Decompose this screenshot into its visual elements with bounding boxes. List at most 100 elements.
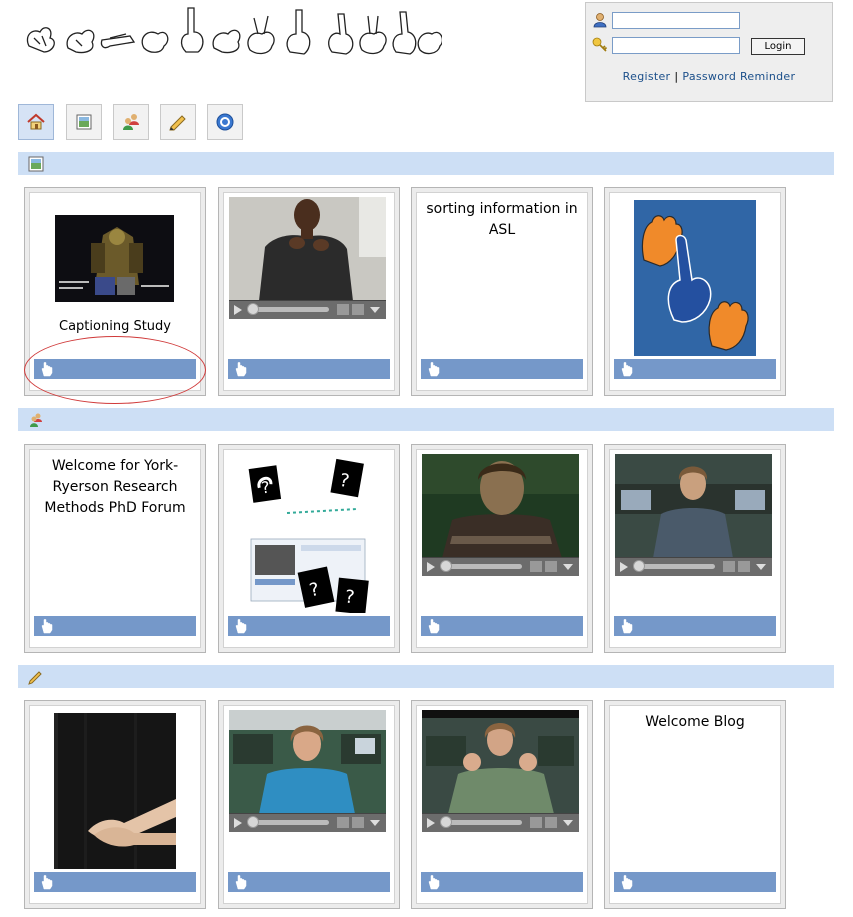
- login-button[interactable]: Login: [751, 38, 805, 55]
- register-link[interactable]: Register: [623, 70, 671, 83]
- card-video-signing-man[interactable]: [218, 187, 400, 396]
- hand-pointer-icon: [621, 362, 633, 377]
- video-controls[interactable]: [615, 557, 772, 576]
- card-title: Welcome for York-Ryerson Research Method…: [44, 458, 186, 516]
- section-bar-pictures: [18, 152, 834, 175]
- username-input[interactable]: [612, 11, 740, 29]
- signing-woman-lab-video: [615, 454, 772, 558]
- menu-arrow-icon[interactable]: [370, 820, 380, 826]
- home-icon: [27, 113, 45, 130]
- play-icon[interactable]: [427, 818, 435, 828]
- help-icon: [216, 113, 234, 131]
- card-welcome-forum[interactable]: Welcome for York-Ryerson Research Method…: [24, 444, 206, 653]
- pencil-icon: [169, 115, 186, 131]
- video-player[interactable]: [422, 454, 579, 576]
- rewind-icon[interactable]: [530, 561, 542, 572]
- forward-icon[interactable]: [738, 561, 750, 572]
- seek-track[interactable]: [637, 564, 715, 569]
- card-signing-hands[interactable]: [24, 700, 206, 909]
- menu-arrow-icon[interactable]: [563, 820, 573, 826]
- card-video-woman-teal[interactable]: [218, 700, 400, 909]
- open-item-bar[interactable]: [34, 872, 196, 892]
- open-item-bar[interactable]: [34, 616, 196, 636]
- hand-pointer-icon: [41, 875, 53, 890]
- open-item-bar[interactable]: [421, 616, 583, 636]
- rewind-icon[interactable]: [723, 561, 735, 572]
- card-video-woman-dark[interactable]: [411, 444, 593, 653]
- hand-pointer-icon: [428, 362, 440, 377]
- menu-arrow-icon[interactable]: [370, 307, 380, 313]
- card-title: Welcome Blog: [645, 714, 745, 730]
- forward-icon[interactable]: [352, 817, 364, 828]
- card-title: Captioning Study: [59, 319, 171, 334]
- open-item-bar[interactable]: [614, 616, 776, 636]
- card-video-woman-gesture[interactable]: [411, 700, 593, 909]
- hand-pointer-icon: [621, 875, 633, 890]
- section-bar-community: [18, 408, 834, 431]
- rewind-icon[interactable]: [337, 304, 349, 315]
- hand-pointer-icon: [621, 619, 633, 634]
- question-marks-collage: ? ? ? ?: [247, 457, 371, 613]
- people-icon: [30, 413, 42, 427]
- rewind-icon[interactable]: [337, 817, 349, 828]
- card-welcome-blog[interactable]: Welcome Blog: [604, 700, 786, 909]
- password-reminder-link[interactable]: Password Reminder: [682, 70, 795, 83]
- seek-handle[interactable]: [440, 816, 452, 828]
- open-item-bar[interactable]: [421, 359, 583, 379]
- forward-icon[interactable]: [545, 817, 557, 828]
- hand-pointer-icon: [235, 875, 247, 890]
- seek-track[interactable]: [444, 820, 522, 825]
- seek-track[interactable]: [251, 307, 329, 312]
- username-row: [592, 10, 740, 30]
- rewind-icon[interactable]: [530, 817, 542, 828]
- seek-handle[interactable]: [633, 560, 645, 572]
- video-player[interactable]: [615, 454, 772, 576]
- video-player[interactable]: [229, 710, 386, 832]
- pencil-icon: [28, 671, 42, 685]
- hand-pointer-icon: [428, 619, 440, 634]
- login-panel: Login Register | Password Reminder: [585, 2, 833, 102]
- help-button[interactable]: [207, 104, 243, 140]
- open-item-bar[interactable]: [228, 872, 390, 892]
- asl-handshapes-logo: [634, 200, 756, 356]
- seek-track[interactable]: [444, 564, 522, 569]
- play-icon[interactable]: [234, 818, 242, 828]
- menu-arrow-icon[interactable]: [756, 564, 766, 570]
- open-item-bar[interactable]: [614, 872, 776, 892]
- signing-woman-dark-video: [422, 454, 579, 558]
- forward-icon[interactable]: [545, 561, 557, 572]
- video-player[interactable]: [229, 197, 386, 319]
- menu-arrow-icon[interactable]: [563, 564, 573, 570]
- open-item-bar[interactable]: [614, 359, 776, 379]
- play-icon[interactable]: [620, 562, 628, 572]
- blog-button[interactable]: [160, 104, 196, 140]
- hand-pointer-icon: [235, 619, 247, 634]
- seek-track[interactable]: [251, 820, 329, 825]
- user-icon: [593, 13, 607, 28]
- card-question-collage[interactable]: ? ? ? ?: [218, 444, 400, 653]
- video-controls[interactable]: [422, 557, 579, 576]
- video-controls[interactable]: [229, 300, 386, 319]
- key-icon: [592, 37, 608, 52]
- card-asl-logo[interactable]: [604, 187, 786, 396]
- hand-pointer-icon: [41, 619, 53, 634]
- seek-handle[interactable]: [440, 560, 452, 572]
- community-button[interactable]: [113, 104, 149, 140]
- open-item-bar[interactable]: [228, 616, 390, 636]
- video-controls[interactable]: [422, 813, 579, 832]
- signing-woman-gesture-video: [422, 710, 579, 814]
- card-video-woman-lab[interactable]: [604, 444, 786, 653]
- home-button[interactable]: [18, 104, 54, 140]
- forward-icon[interactable]: [352, 304, 364, 315]
- card-sorting-information[interactable]: sorting information in ASL: [411, 187, 593, 396]
- open-item-bar[interactable]: [228, 359, 390, 379]
- pictures-button[interactable]: [66, 104, 102, 140]
- play-icon[interactable]: [234, 305, 242, 315]
- seek-handle[interactable]: [247, 303, 259, 315]
- video-controls[interactable]: [229, 813, 386, 832]
- video-player[interactable]: [422, 710, 579, 832]
- password-input[interactable]: [612, 36, 740, 54]
- seek-handle[interactable]: [247, 816, 259, 828]
- play-icon[interactable]: [427, 562, 435, 572]
- open-item-bar[interactable]: [421, 872, 583, 892]
